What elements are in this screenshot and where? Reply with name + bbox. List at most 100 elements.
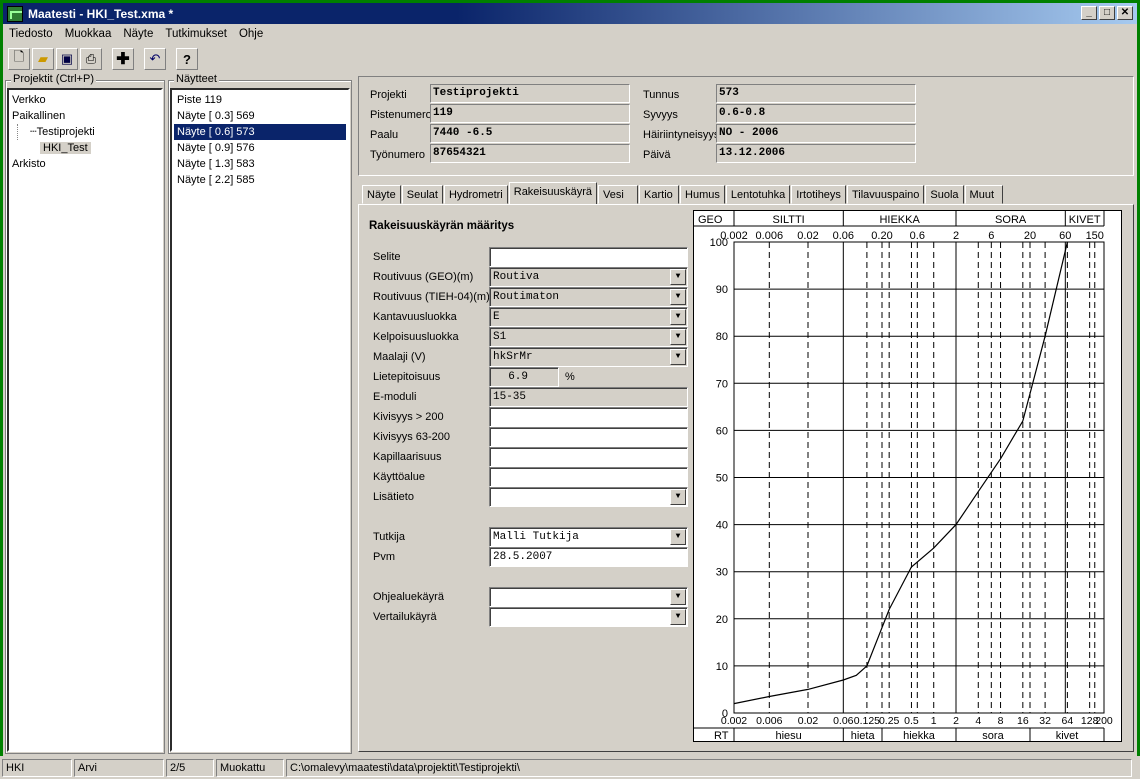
tree-item[interactable]: HKI_Test [12, 140, 158, 156]
top-tick-label: 2 [953, 230, 959, 242]
lisatieto-select[interactable]: ▼ [489, 487, 688, 507]
routivuus-geo-select[interactable]: Routiva ▼ [489, 267, 688, 287]
menu-nayte[interactable]: Näyte [123, 28, 153, 40]
add-button[interactable]: ✚ [112, 48, 134, 70]
tree-item[interactable]: Paikallinen [12, 108, 158, 124]
samples-label: Näytteet [174, 73, 219, 85]
dropdown-arrow-icon[interactable]: ▼ [670, 309, 686, 325]
hairiintyneisyys-label: Häiriintyneisyys [643, 129, 720, 141]
print-button[interactable]: ⎙ [80, 48, 102, 70]
vertailu-select[interactable]: ▼ [489, 607, 688, 627]
menu-muokkaa[interactable]: Muokkaa [65, 28, 112, 40]
maximize-button[interactable]: □ [1099, 6, 1115, 20]
bottom-tick-label: 8 [998, 715, 1004, 727]
top-tick-label: 6 [988, 230, 994, 242]
menu-tutkimukset[interactable]: Tutkimukset [165, 28, 227, 40]
add-icon: ✚ [116, 51, 130, 68]
dropdown-arrow-icon[interactable]: ▼ [670, 609, 686, 625]
list-item[interactable]: Näyte [ 1.3] 583 [174, 156, 346, 172]
status-user: HKI [2, 758, 72, 777]
list-item[interactable]: Näyte [ 0.9] 576 [174, 140, 346, 156]
status-bar: HKI Arvi 2/5 Muokattu C:\omalevy\maatest… [0, 756, 1140, 779]
dropdown-arrow-icon[interactable]: ▼ [670, 289, 686, 305]
hairiintyneisyys-value: NO - 2006 [716, 124, 916, 143]
save-icon: ▣ [60, 51, 74, 66]
tab-rakeisuuskayra[interactable]: Rakeisuuskäyrä [508, 182, 598, 204]
undo-button[interactable]: ↶ [144, 48, 166, 70]
bottom-tick-label: 32 [1039, 715, 1051, 727]
dropdown-arrow-icon[interactable]: ▼ [670, 269, 686, 285]
top-band-name: KIVET [1069, 214, 1101, 226]
kivisyys63-label: Kivisyys 63-200 [373, 431, 451, 443]
tab-lentotuhka[interactable]: Lentotuhka [725, 185, 791, 204]
pvm-label: Pvm [373, 551, 395, 563]
menu-ohje[interactable]: Ohje [239, 28, 263, 40]
tab-hydrometri[interactable]: Hydrometri [443, 185, 508, 204]
kivisyys63-input[interactable] [489, 427, 688, 447]
top-band-label: GEO [698, 214, 723, 226]
kivisyys200-input[interactable] [489, 407, 688, 427]
y-tick-label: 50 [716, 473, 728, 485]
save-button[interactable]: ▣ [56, 48, 78, 70]
minimize-button[interactable]: _ [1081, 6, 1097, 20]
dropdown-arrow-icon[interactable]: ▼ [670, 489, 686, 505]
kayttoalue-input[interactable] [489, 467, 688, 487]
tutkija-select[interactable]: Malli Tutkija ▼ [489, 527, 688, 547]
projects-tree[interactable]: Verkko Paikallinen ┄Testiprojekti HKI_Te… [7, 88, 163, 752]
pvm-input[interactable]: 28.5.2007 [489, 547, 688, 567]
grain-size-curve [733, 241, 1068, 705]
ohjealue-label: Ohjealuekäyrä [373, 591, 444, 603]
bottom-tick-label: 2 [953, 715, 959, 727]
top-tick-label: 150 [1086, 230, 1104, 242]
kantavuus-select[interactable]: E ▼ [489, 307, 688, 327]
selite-input[interactable] [489, 247, 688, 267]
tab-nayte[interactable]: Näyte [362, 185, 401, 204]
y-tick-label: 20 [716, 614, 728, 626]
tab-kartio[interactable]: Kartio [639, 185, 680, 204]
y-tick-label: 90 [716, 284, 728, 296]
bottom-tick-label: 64 [1062, 715, 1074, 727]
routivuus-tieh-select[interactable]: Routimaton ▼ [489, 287, 688, 307]
list-item[interactable]: Näyte [ 0.3] 569 [174, 108, 346, 124]
kapillaarisuus-label: Kapillaarisuus [373, 451, 442, 463]
dropdown-arrow-icon[interactable]: ▼ [670, 329, 686, 345]
kapillaarisuus-input[interactable] [489, 447, 688, 467]
maalaji-select[interactable]: hkSrMr ▼ [489, 347, 688, 367]
tutkija-value: Malli Tutkija [493, 531, 579, 543]
menu-tiedosto[interactable]: Tiedosto [9, 28, 53, 40]
close-button[interactable]: ✕ [1117, 6, 1133, 20]
kayttoalue-label: Käyttöalue [373, 471, 425, 483]
tab-vesi[interactable]: Vesi [598, 185, 639, 204]
dropdown-arrow-icon[interactable]: ▼ [670, 589, 686, 605]
bottom-tick-label: 4 [975, 715, 981, 727]
tree-item[interactable]: Verkko [12, 92, 158, 108]
tab-tilavuuspaino[interactable]: Tilavuuspaino [846, 185, 925, 204]
help-button[interactable]: ? [176, 48, 198, 70]
tab-suola[interactable]: Suola [925, 185, 964, 204]
dropdown-arrow-icon[interactable]: ▼ [670, 349, 686, 365]
selite-label: Selite [373, 251, 401, 263]
new-button[interactable]: 🗋 [8, 48, 30, 70]
ohjealue-select[interactable]: ▼ [489, 587, 688, 607]
samples-list[interactable]: Piste 119 Näyte [ 0.3] 569 Näyte [ 0.6] … [170, 88, 350, 752]
top-band-name: SILTTI [773, 214, 805, 226]
tree-item[interactable]: ┄Testiprojekti [17, 124, 158, 140]
kivisyys200-label: Kivisyys > 200 [373, 411, 444, 423]
list-item[interactable]: Näyte [ 2.2] 585 [174, 172, 346, 188]
tab-seulat[interactable]: Seulat [401, 185, 443, 204]
dropdown-arrow-icon[interactable]: ▼ [670, 529, 686, 545]
pistenumero-label: Pistenumero [370, 109, 432, 121]
lietepitoisuus-input[interactable]: 6.9 [489, 367, 559, 387]
tab-humus[interactable]: Humus [680, 185, 725, 204]
list-item-selected[interactable]: Näyte [ 0.6] 573 [174, 124, 346, 140]
open-button[interactable]: ▰ [32, 48, 54, 70]
window-border-left [0, 43, 3, 756]
bottom-band-name: sora [982, 730, 1004, 742]
tree-item[interactable]: Arkisto [12, 156, 158, 172]
tab-irtotiheys[interactable]: Irtotiheys [791, 185, 846, 204]
kelpoisuus-select[interactable]: S1 ▼ [489, 327, 688, 347]
kelpoisuus-label: Kelpoisuusluokka [373, 331, 459, 343]
syvyys-value: 0.6-0.8 [716, 104, 916, 123]
tab-muut[interactable]: Muut [964, 185, 1003, 204]
list-item[interactable]: Piste 119 [174, 92, 346, 108]
